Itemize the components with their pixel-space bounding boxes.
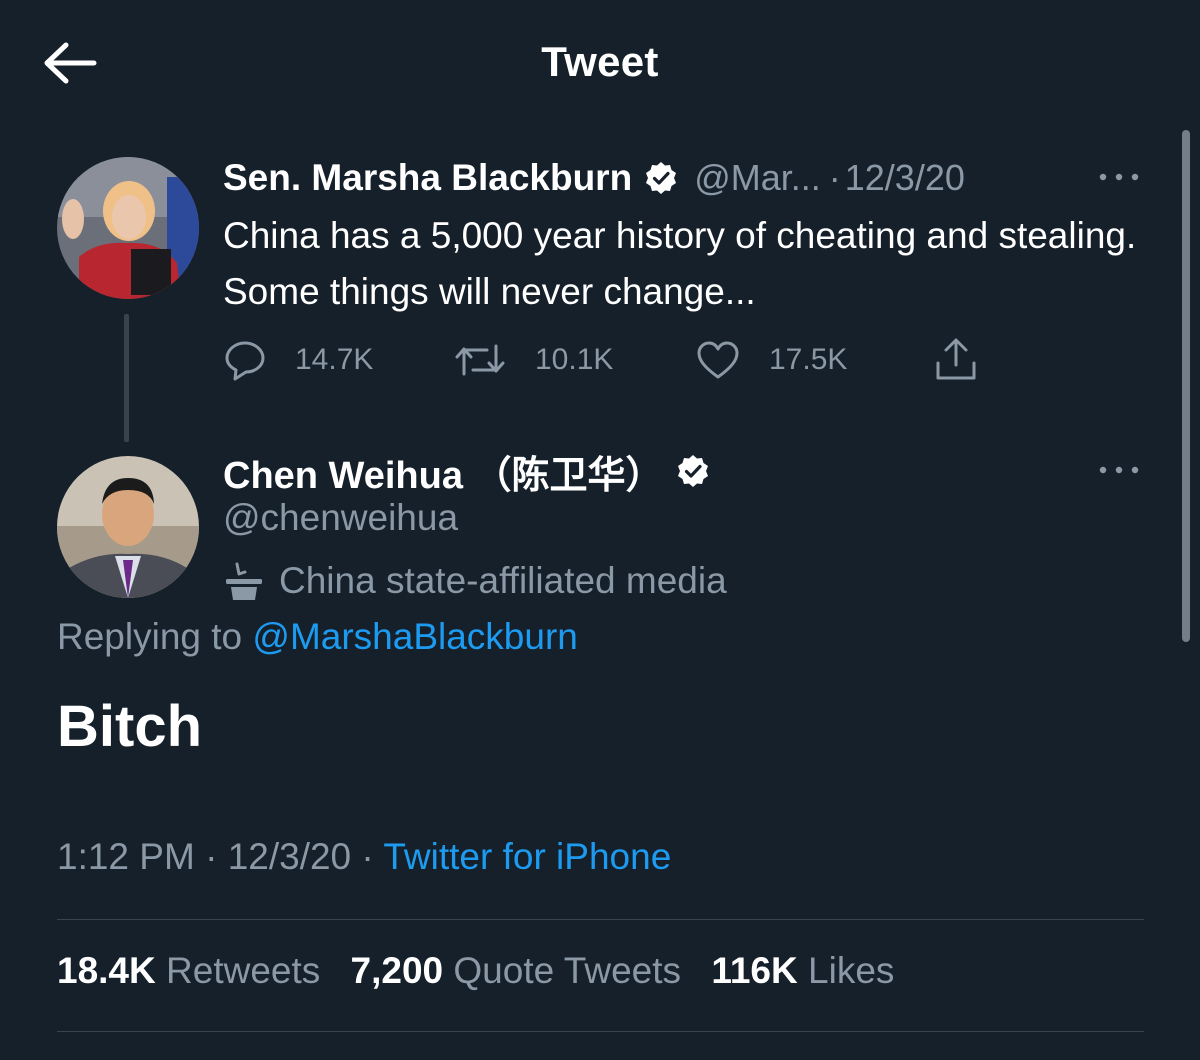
heart-icon	[697, 341, 739, 379]
like-button[interactable]: 17.5K	[695, 330, 847, 390]
author-name[interactable]: Chen Weihua （陈卫华）	[223, 444, 664, 499]
retweet-count: 10.1K	[535, 343, 614, 376]
more-options-button[interactable]	[1094, 162, 1144, 192]
author-handle[interactable]: @Mar...	[694, 157, 821, 199]
share-button[interactable]	[933, 330, 979, 390]
share-icon	[936, 338, 976, 380]
affiliation-text: China state-affiliated media	[279, 560, 727, 601]
avatar-marsha-blackburn[interactable]	[57, 157, 199, 299]
retweets-label: Retweets	[166, 950, 321, 991]
tweet-date[interactable]: 12/3/20	[845, 157, 965, 199]
quote-tweets-label: Quote Tweets	[453, 950, 682, 991]
quote-tweets-count: 7,200	[350, 950, 444, 991]
reply-icon	[225, 341, 265, 381]
tweet-source-link[interactable]: Twitter for iPhone	[383, 836, 671, 877]
tweet-date: 12/3/20	[227, 836, 352, 877]
more-icon	[1099, 173, 1139, 181]
separator-dot: ·	[205, 836, 228, 877]
likes-stat[interactable]: 116K Likes	[711, 950, 894, 991]
replying-to-link[interactable]: @MarshaBlackburn	[252, 616, 577, 657]
likes-count: 116K	[711, 950, 798, 991]
scrollbar[interactable]	[1182, 130, 1190, 642]
thread-connector-line	[124, 314, 129, 442]
tweet-stats: 18.4K Retweets 7,200 Quote Tweets 116K L…	[57, 950, 914, 992]
more-options-button[interactable]	[1094, 455, 1144, 485]
page-title: Tweet	[541, 38, 659, 85]
verified-badge-icon	[677, 455, 708, 487]
tweet-metadata: 1:12 PM · 12/3/20 · Twitter for iPhone	[57, 836, 671, 878]
author-name[interactable]: Sen. Marsha Blackburn	[223, 157, 632, 199]
author-handle[interactable]: @chenweihua	[223, 497, 458, 539]
likes-label: Likes	[808, 950, 895, 991]
retweet-icon	[455, 344, 505, 376]
tweet-time: 1:12 PM	[57, 836, 195, 877]
tweet-actions-bar: 14.7K 10.1K 17.5K	[223, 330, 1003, 390]
main-tweet-header: Chen Weihua （陈卫华）	[223, 445, 726, 497]
tweet-detail-page: Tweet Sen. Marsha Blackburn @Mar... · 12…	[0, 0, 1200, 1060]
verified-badge-icon	[646, 162, 677, 194]
separator-dot: ·	[828, 157, 841, 198]
parent-tweet-header: Sen. Marsha Blackburn @Mar... · 12/3/20	[223, 152, 965, 204]
main-tweet-text: Bitch	[57, 694, 202, 759]
replying-to: Replying to @MarshaBlackburn	[57, 616, 578, 658]
quote-tweets-stat[interactable]: 7,200 Quote Tweets	[351, 950, 682, 991]
more-icon	[1099, 466, 1139, 474]
retweets-count: 18.4K	[57, 950, 156, 991]
top-bar: Tweet	[0, 0, 1200, 125]
avatar-chen-weihua[interactable]	[57, 456, 199, 598]
separator-dot: ·	[361, 836, 384, 877]
state-media-label[interactable]: China state-affiliated media	[223, 555, 727, 607]
parent-tweet-text: China has a 5,000 year history of cheati…	[223, 215, 1137, 312]
replying-prefix: Replying to	[57, 616, 243, 657]
reply-button[interactable]: 14.7K	[223, 330, 373, 390]
retweets-stat[interactable]: 18.4K Retweets	[57, 950, 320, 991]
divider	[57, 919, 1144, 920]
like-count: 17.5K	[769, 343, 848, 376]
podium-icon	[226, 562, 262, 600]
retweet-button[interactable]: 10.1K	[453, 330, 613, 390]
divider	[57, 1031, 1144, 1032]
reply-count: 14.7K	[295, 343, 374, 376]
